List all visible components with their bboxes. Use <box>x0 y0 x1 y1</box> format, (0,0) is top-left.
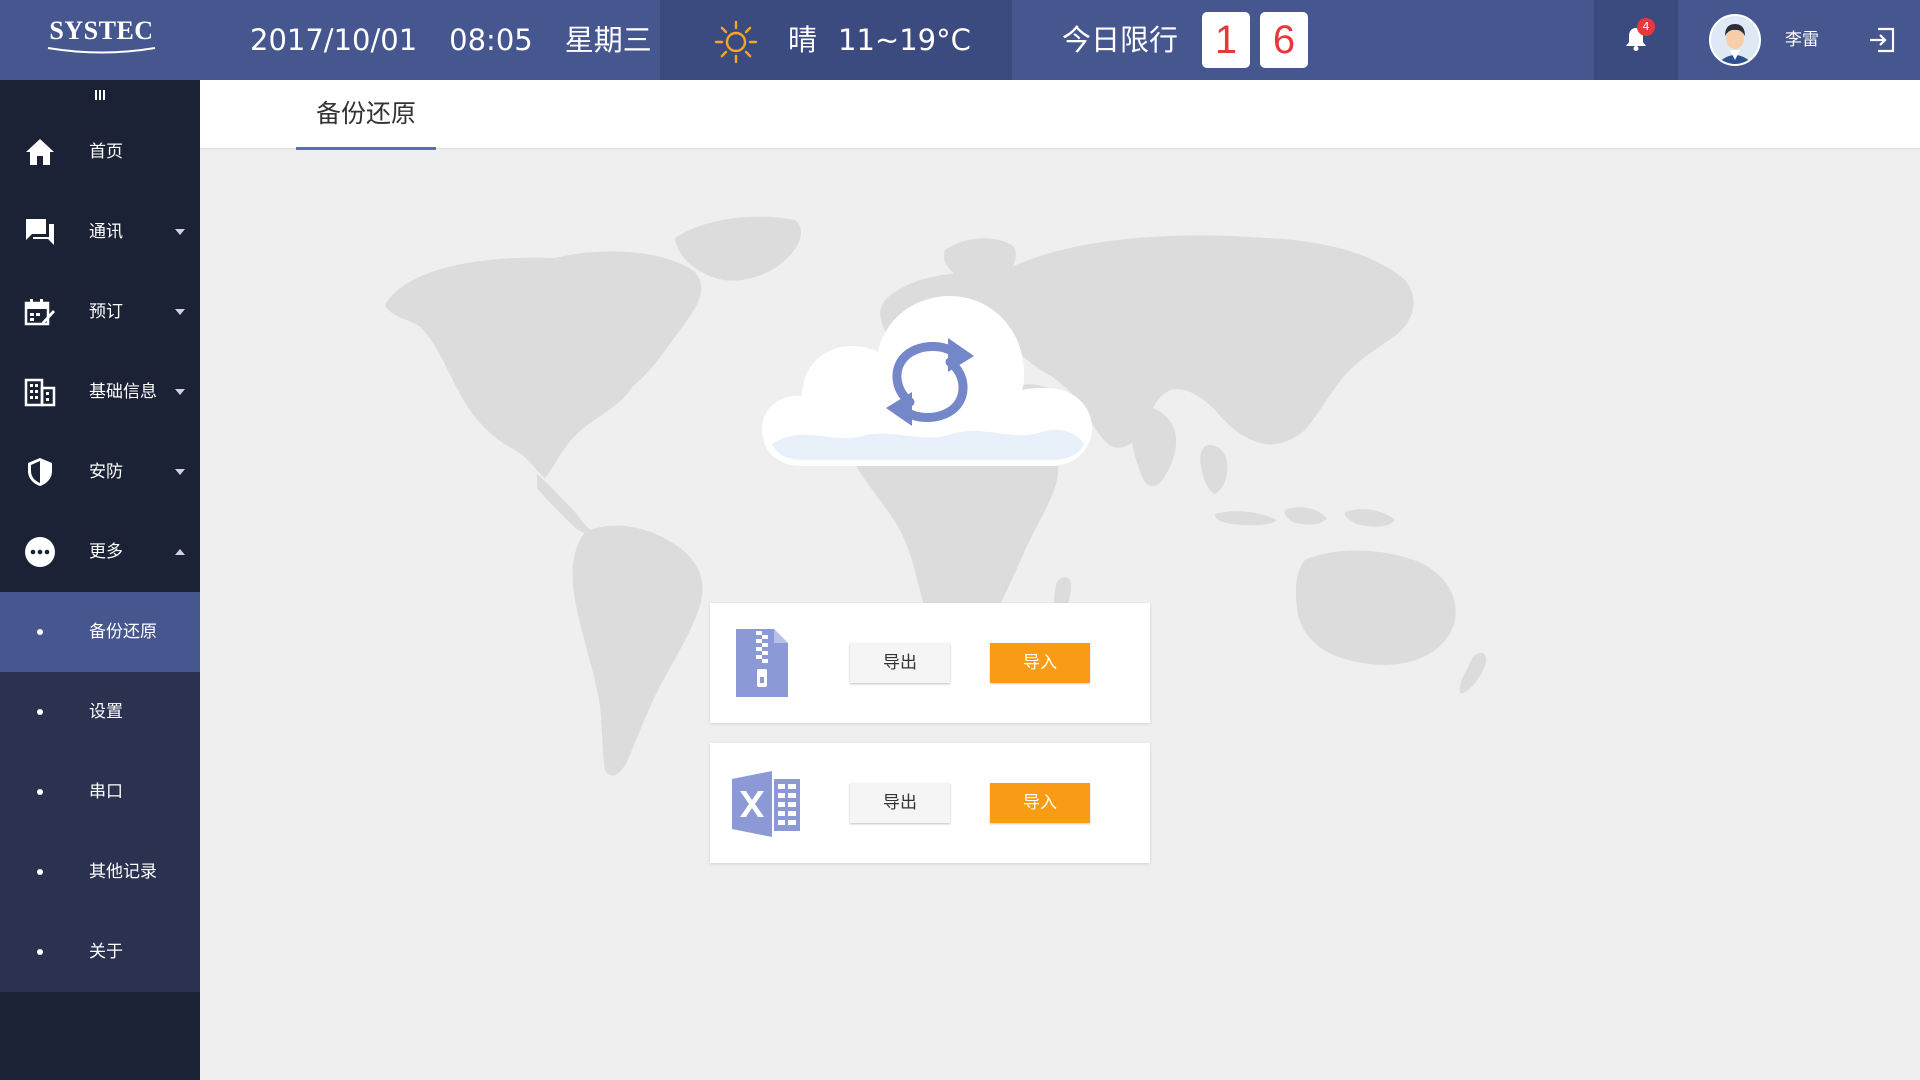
bullet-icon <box>37 789 43 795</box>
excel-file-icon <box>732 771 800 837</box>
logo-swoosh-icon <box>47 47 156 54</box>
weather-temperature: 11~19°C <box>838 23 971 57</box>
import-button[interactable]: 导入 <box>990 643 1090 683</box>
traffic-limit-label: 今日限行 <box>1062 23 1179 57</box>
submenu-more: 备份还原 设置 串口 其他记录 关于 <box>0 592 200 992</box>
chevron-down-icon <box>175 469 185 475</box>
weather-condition: 晴 <box>788 23 818 57</box>
sidebar-item-basic-info[interactable]: 基础信息 <box>0 352 200 432</box>
user-avatar-icon <box>1711 16 1759 64</box>
sidebar-item-label: 基础信息 <box>89 382 157 402</box>
submenu-item-label: 串口 <box>89 782 123 802</box>
weekday: 星期三 <box>564 23 652 57</box>
export-button[interactable]: 导出 <box>850 783 950 823</box>
sidebar-menu: 首页 通讯 预订 基础信息 安防 更多 备份还原 设置 串口 其他记录 关于 <box>0 112 200 992</box>
menu-icon[interactable] <box>92 88 108 102</box>
chevron-up-icon <box>175 549 185 555</box>
tab-active-indicator <box>296 147 436 150</box>
notifications-button[interactable]: 4 <box>1594 0 1678 80</box>
submenu-item-about[interactable]: 关于 <box>0 912 200 992</box>
export-button[interactable]: 导出 <box>850 643 950 683</box>
submenu-item-label: 设置 <box>89 702 123 722</box>
more-icon <box>25 537 55 567</box>
bullet-icon <box>37 709 43 715</box>
booking-icon <box>24 299 55 326</box>
plate-digit-2: 6 <box>1260 12 1308 68</box>
logout-icon[interactable] <box>1868 27 1896 53</box>
submenu-item-serial-port[interactable]: 串口 <box>0 752 200 832</box>
chat-icon <box>26 219 54 245</box>
shield-icon <box>28 458 52 486</box>
notification-badge: 4 <box>1637 18 1655 36</box>
zip-file-icon <box>736 629 788 697</box>
bullet-icon <box>37 629 43 635</box>
sun-icon <box>714 20 758 64</box>
submenu-item-other-records[interactable]: 其他记录 <box>0 832 200 912</box>
logo: SYSTEC <box>44 18 159 58</box>
plate-digit-1: 1 <box>1202 12 1250 68</box>
submenu-item-settings[interactable]: 设置 <box>0 672 200 752</box>
bullet-icon <box>37 869 43 875</box>
import-button[interactable]: 导入 <box>990 783 1090 823</box>
submenu-item-label: 关于 <box>89 942 123 962</box>
sidebar-item-label: 预订 <box>89 302 123 322</box>
tab-label: 备份还原 <box>315 99 416 128</box>
traffic-limit: 今日限行 <box>1062 0 1178 80</box>
chevron-down-icon <box>175 309 185 315</box>
top-bar: SYSTEC 2017/10/01 08:05 星期三 晴 11~19°C 今日限行… <box>0 0 1920 80</box>
sidebar: 首页 通讯 预订 基础信息 安防 更多 备份还原 设置 串口 其他记录 关于 <box>0 80 200 1080</box>
submenu-item-label: 备份还原 <box>89 622 157 642</box>
sidebar-item-label: 首页 <box>89 142 123 162</box>
tab-bar: 备份还原 <box>200 80 1920 150</box>
building-icon <box>24 378 56 407</box>
time: 08:05 <box>449 23 533 57</box>
home-icon <box>26 139 54 165</box>
logo-text: SYSTEC <box>49 16 154 45</box>
chevron-down-icon <box>175 229 185 235</box>
sidebar-item-label: 更多 <box>89 542 123 562</box>
username[interactable]: 李雷 <box>1785 0 1819 80</box>
submenu-item-label: 其他记录 <box>89 862 157 882</box>
date: 2017/10/01 <box>250 23 418 57</box>
chevron-down-icon <box>175 389 185 395</box>
backup-card-zip: 导出 导入 <box>710 603 1150 723</box>
sidebar-item-communication[interactable]: 通讯 <box>0 192 200 272</box>
sidebar-item-security[interactable]: 安防 <box>0 432 200 512</box>
sidebar-item-more[interactable]: 更多 <box>0 512 200 592</box>
avatar[interactable] <box>1709 14 1761 66</box>
sidebar-item-home[interactable]: 首页 <box>0 112 200 192</box>
sidebar-item-label: 通讯 <box>89 222 123 242</box>
submenu-item-backup-restore[interactable]: 备份还原 <box>0 592 200 672</box>
sidebar-item-label: 安防 <box>89 462 123 482</box>
weather-panel: 晴 11~19°C <box>660 0 1012 80</box>
tab-backup-restore[interactable]: 备份还原 <box>296 80 436 150</box>
sidebar-item-booking[interactable]: 预订 <box>0 272 200 352</box>
cloud-sync-icon <box>762 296 1092 466</box>
backup-card-excel: 导出 导入 <box>710 743 1150 863</box>
date-time: 2017/10/01 08:05 星期三 <box>250 0 684 80</box>
bullet-icon <box>37 949 43 955</box>
